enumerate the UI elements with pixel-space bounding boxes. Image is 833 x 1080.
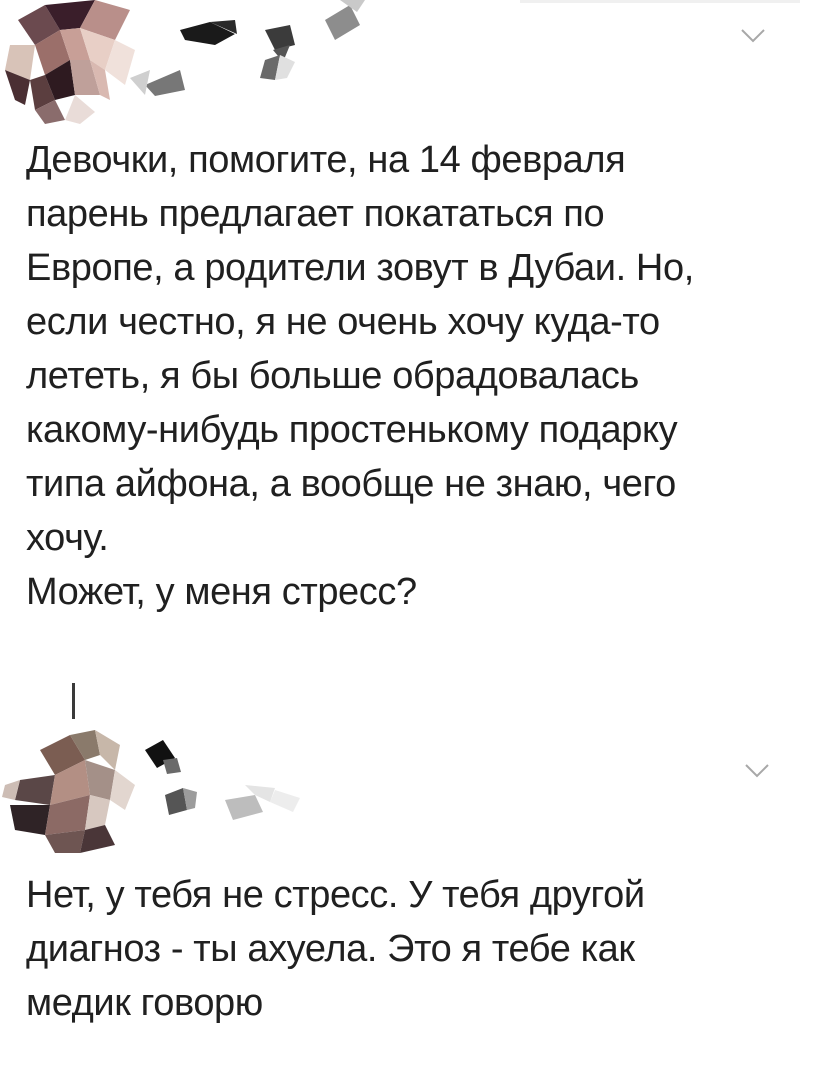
avatar[interactable] [0, 0, 140, 125]
chevron-down-icon[interactable] [744, 763, 770, 779]
post-text-line: лететь, я бы больше обрадовалась [26, 355, 639, 397]
post-text-line: типа айфона, а вообще не знаю, чего [26, 463, 676, 505]
post-reply: Нет, у тебя не стресс. У тебя другой диа… [0, 690, 833, 1080]
post-text-line: Европе, а родители зовут в Дубаи. Но, [26, 247, 694, 289]
username[interactable] [125, 0, 395, 110]
post-original: Девочки, помогите, на 14 февраля парень … [0, 0, 833, 680]
post-text-line: Нет, у тебя не стресс. У тебя другой [26, 874, 645, 916]
post-text-line: если честно, я не очень хочу куда-то [26, 301, 660, 343]
post-text-line: хочу. [26, 517, 109, 559]
avatar[interactable] [0, 725, 140, 855]
post-text-line: медик говорю [26, 982, 263, 1024]
post-text-line: какому-нибудь простенькому подарку [26, 409, 678, 451]
chevron-down-icon[interactable] [740, 28, 766, 44]
username[interactable] [125, 740, 325, 840]
post-text-line: Девочки, помогите, на 14 февраля [26, 139, 626, 181]
post-text-line: Может, у меня стресс? [26, 571, 417, 613]
post-text: Девочки, помогите, на 14 февраля парень … [26, 133, 816, 619]
post-text: Нет, у тебя не стресс. У тебя другой диа… [26, 868, 816, 1030]
post-text-line: диагноз - ты ахуела. Это я тебе как [26, 928, 635, 970]
post-text-line: парень предлагает покататься по [26, 193, 605, 235]
